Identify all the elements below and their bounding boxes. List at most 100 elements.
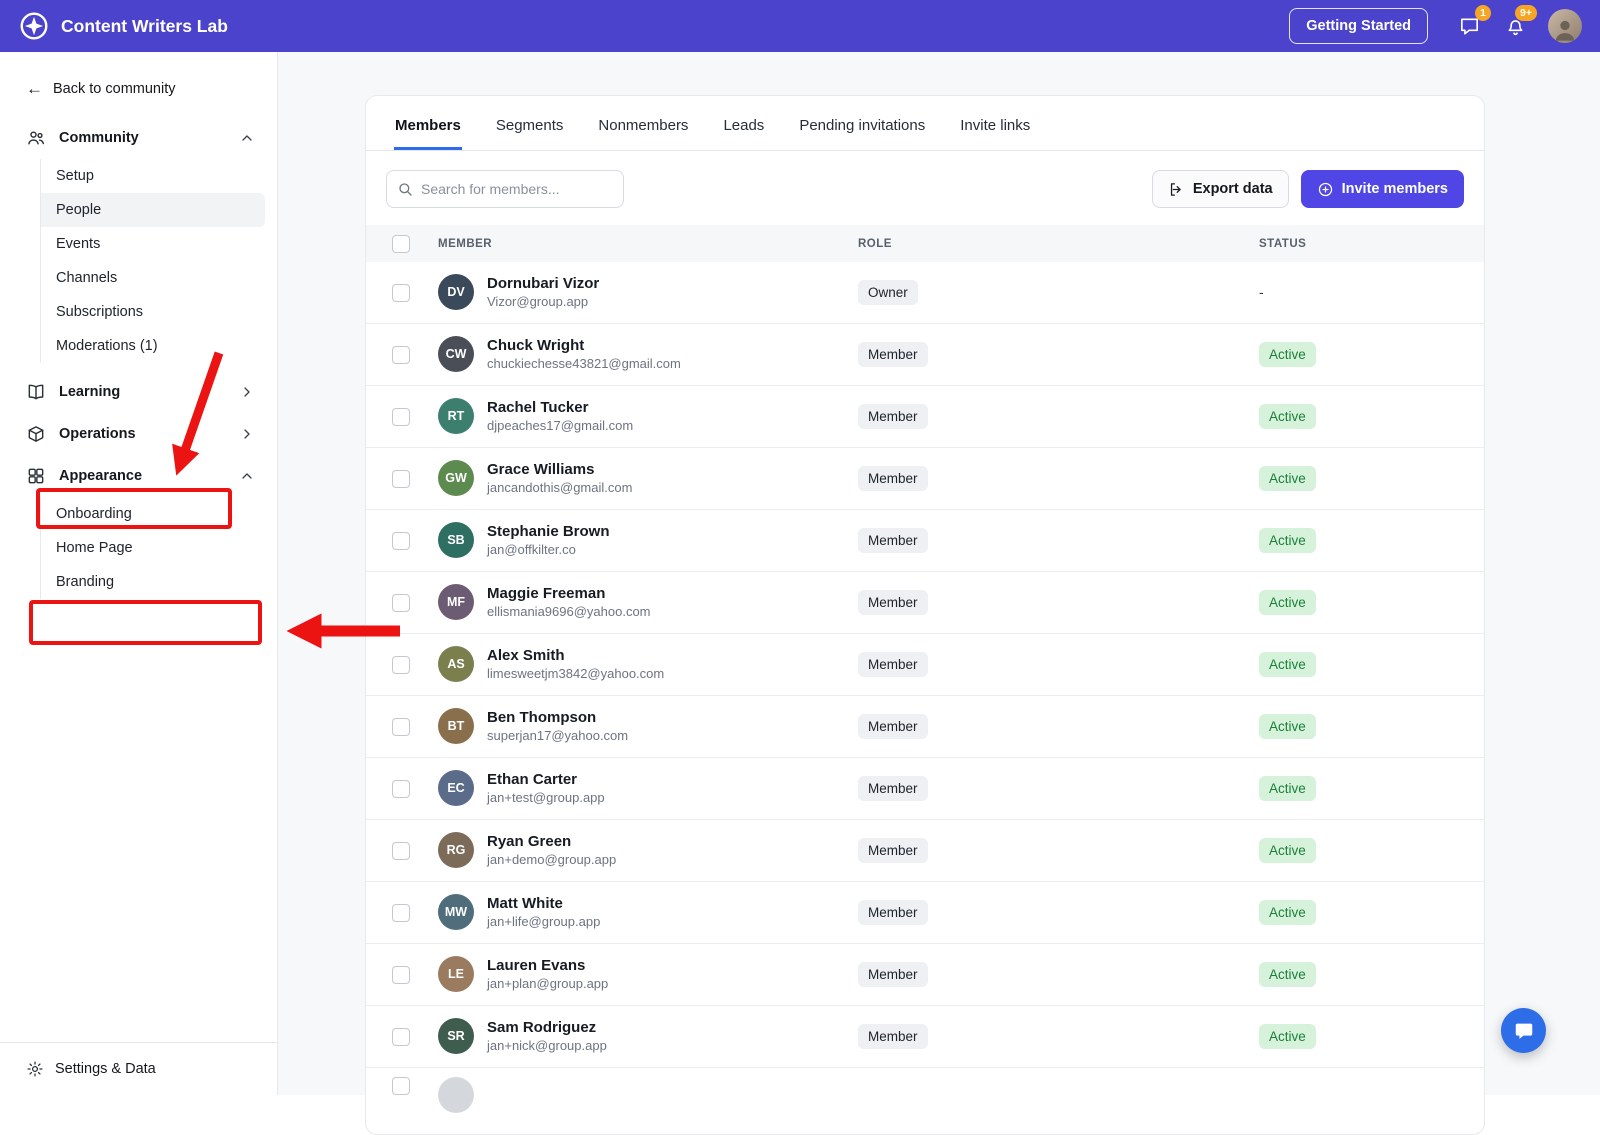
- sidebar-item[interactable]: Onboarding: [41, 497, 265, 531]
- sidebar-item[interactable]: People: [41, 193, 265, 227]
- member-name: Alex Smith: [487, 646, 565, 664]
- sidebar-item[interactable]: Events: [41, 227, 265, 261]
- member-email: jan+nick@group.app: [487, 1038, 607, 1054]
- select-all-checkbox[interactable]: [392, 234, 410, 253]
- search-input[interactable]: [386, 170, 624, 208]
- table-row: CW Chuck Wright chuckiechesse43821@gmail…: [366, 324, 1484, 386]
- member-cell[interactable]: CW Chuck Wright chuckiechesse43821@gmail…: [438, 336, 858, 373]
- role-badge: Member: [858, 342, 928, 367]
- role-badge: Member: [858, 1024, 928, 1049]
- topbar-right: Getting Started 1 9+: [1289, 5, 1582, 44]
- plus-circle-icon: [1318, 182, 1332, 196]
- member-cell[interactable]: MF Maggie Freeman ellismania9696@yahoo.c…: [438, 584, 858, 621]
- table-row: SR Sam Rodriguez jan+nick@group.app Memb…: [366, 1006, 1484, 1068]
- row-checkbox[interactable]: [392, 779, 410, 798]
- tab[interactable]: Members: [394, 115, 462, 150]
- row-checkbox[interactable]: [392, 965, 410, 984]
- sidebar-group-operations-header[interactable]: Operations: [0, 413, 277, 455]
- member-cell[interactable]: LE Lauren Evans jan+plan@group.app: [438, 956, 858, 993]
- invite-label: Invite members: [1341, 181, 1448, 197]
- export-data-button[interactable]: Export data: [1151, 170, 1289, 208]
- export-icon: [1170, 182, 1181, 196]
- member-avatar: DV: [438, 274, 474, 311]
- sidebar-item[interactable]: Setup: [41, 159, 265, 193]
- row-checkbox[interactable]: [392, 531, 410, 550]
- chevron-right-icon[interactable]: [239, 384, 255, 400]
- sidebar-item[interactable]: Home Page: [41, 531, 265, 565]
- sidebar-group-appearance-header[interactable]: Appearance: [0, 455, 277, 497]
- row-checkbox[interactable]: [392, 1077, 410, 1095]
- member-cell[interactable]: RT Rachel Tucker djpeaches17@gmail.com: [438, 398, 858, 435]
- messages-button[interactable]: 1: [1456, 5, 1491, 39]
- status-badge: Active: [1259, 1024, 1316, 1049]
- settings-and-data-link[interactable]: Settings & Data: [0, 1042, 277, 1095]
- member-cell[interactable]: SR Sam Rodriguez jan+nick@group.app: [438, 1018, 858, 1055]
- sidebar-item[interactable]: Subscriptions: [41, 295, 265, 329]
- member-avatar: RG: [438, 832, 474, 869]
- sidebar-group-learning-header[interactable]: Learning: [0, 371, 277, 413]
- invite-members-button[interactable]: Invite members: [1300, 170, 1464, 208]
- row-checkbox[interactable]: [392, 469, 410, 488]
- chevron-up-icon[interactable]: [239, 130, 255, 146]
- member-cell[interactable]: AS Alex Smith limesweetjm3842@yahoo.com: [438, 646, 858, 683]
- table-row: SB Stephanie Brown jan@offkilter.co Memb…: [366, 510, 1484, 572]
- notifications-button[interactable]: 9+: [1502, 5, 1537, 39]
- role-badge: Member: [858, 776, 928, 801]
- tab[interactable]: Pending invitations: [798, 115, 926, 150]
- row-checkbox[interactable]: [392, 1027, 410, 1046]
- member-cell[interactable]: GW Grace Williams jancandothis@gmail.com: [438, 460, 858, 497]
- member-email: jan+test@group.app: [487, 790, 605, 806]
- sidebar-item[interactable]: Channels: [41, 261, 265, 295]
- role-badge: Member: [858, 404, 928, 429]
- row-checkbox[interactable]: [392, 717, 410, 736]
- tab[interactable]: Leads: [722, 115, 765, 150]
- chevron-right-icon[interactable]: [239, 426, 255, 442]
- back-to-community-link[interactable]: ← Back to community: [0, 76, 277, 117]
- member-cell[interactable]: RG Ryan Green jan+demo@group.app: [438, 832, 858, 869]
- member-avatar: LE: [438, 956, 474, 993]
- back-label: Back to community: [53, 80, 176, 97]
- status-badge: Active: [1259, 466, 1316, 491]
- sidebar-item[interactable]: Branding: [41, 565, 265, 599]
- status-badge: Active: [1259, 342, 1316, 367]
- row-checkbox[interactable]: [392, 407, 410, 426]
- member-cell[interactable]: DV Dornubari Vizor Vizor@group.app: [438, 274, 858, 311]
- member-name: Ben Thompson: [487, 708, 597, 726]
- role-badge: Member: [858, 528, 928, 553]
- row-checkbox[interactable]: [392, 593, 410, 612]
- member-email: jan+life@group.app: [487, 914, 601, 930]
- chevron-up-icon[interactable]: [239, 468, 255, 484]
- table-row: RT Rachel Tucker djpeaches17@gmail.com M…: [366, 386, 1484, 448]
- sidebar-item[interactable]: Moderations (1): [41, 329, 265, 363]
- row-checkbox[interactable]: [392, 655, 410, 674]
- sidebar-group-label: Appearance: [59, 468, 143, 484]
- member-email: jan+plan@group.app: [487, 976, 609, 992]
- getting-started-button[interactable]: Getting Started: [1289, 8, 1428, 44]
- member-cell[interactable]: BT Ben Thompson superjan17@yahoo.com: [438, 708, 858, 745]
- member-avatar: MF: [438, 584, 474, 621]
- sidebar-top: ← Back to community Community Setup Peop…: [0, 52, 277, 607]
- status-badge: Active: [1259, 404, 1316, 429]
- role-badge: Member: [858, 714, 928, 739]
- member-cell[interactable]: EC Ethan Carter jan+test@group.app: [438, 770, 858, 807]
- table-header: MEMBER ROLE STATUS: [366, 225, 1484, 262]
- tab[interactable]: Invite links: [959, 115, 1031, 150]
- table-row: DV Dornubari Vizor Vizor@group.app Owner…: [366, 262, 1484, 324]
- export-label: Export data: [1192, 181, 1273, 197]
- tab[interactable]: Nonmembers: [597, 115, 689, 150]
- row-checkbox[interactable]: [392, 345, 410, 364]
- sidebar-group-community-header[interactable]: Community: [0, 117, 277, 159]
- table-row: MW Matt White jan+life@group.app Member …: [366, 882, 1484, 944]
- chat-launcher-button[interactable]: [1501, 1008, 1546, 1053]
- member-cell[interactable]: SB Stephanie Brown jan@offkilter.co: [438, 522, 858, 559]
- member-cell[interactable]: MW Matt White jan+life@group.app: [438, 894, 858, 931]
- user-avatar[interactable]: [1548, 9, 1582, 43]
- table-row: GW Grace Williams jancandothis@gmail.com…: [366, 448, 1484, 510]
- row-checkbox[interactable]: [392, 903, 410, 922]
- member-name: Ryan Green: [487, 832, 572, 850]
- member-avatar: CW: [438, 336, 474, 373]
- tab[interactable]: Segments: [495, 115, 565, 150]
- role-badge: Member: [858, 900, 928, 925]
- row-checkbox[interactable]: [392, 283, 410, 302]
- row-checkbox[interactable]: [392, 841, 410, 860]
